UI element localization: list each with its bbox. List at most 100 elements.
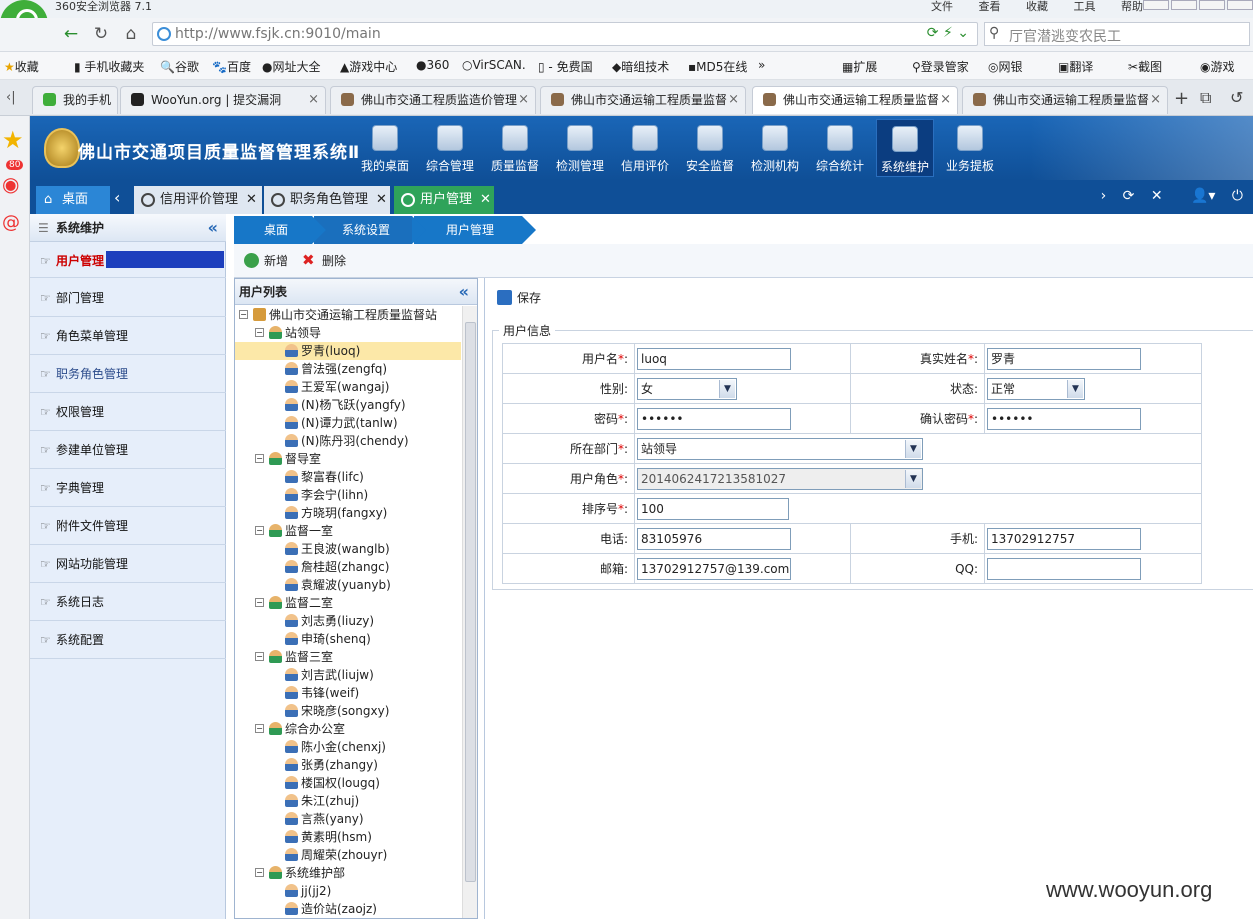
tree-user-node[interactable]: 刘志勇(liuzy)	[285, 612, 374, 630]
tab-prev-arrow-icon[interactable]: ‹	[114, 188, 120, 207]
maximize-button[interactable]	[1199, 0, 1225, 10]
tab-credit-eval[interactable]: 信用评价管理 ✕	[134, 186, 262, 214]
sidebar-item[interactable]: ☞ 权限管理	[30, 393, 226, 431]
browser-tab[interactable]: 佛山市交通运输工程质量监督 ×	[540, 86, 746, 114]
tree-user-node[interactable]: 罗青(luoq)	[235, 342, 461, 360]
close-tab-icon[interactable]: ×	[940, 87, 951, 113]
tab-desktop[interactable]: ⌂ 桌面	[36, 186, 110, 214]
mail-at-icon[interactable]: @	[2, 212, 20, 233]
tree-user-node[interactable]: 方晓玥(fangxy)	[285, 504, 387, 522]
role-select[interactable]: 20140624172135810​27 ▼	[637, 467, 923, 490]
phone-input[interactable]: 83105976	[637, 527, 791, 550]
browser-tab[interactable]: 我的手机	[32, 86, 118, 114]
nav-testing[interactable]: 检测管理	[551, 119, 609, 177]
close-tab-icon[interactable]: ×	[1150, 87, 1161, 113]
nav-quality[interactable]: 质量监督	[486, 119, 544, 177]
browser-tab[interactable]: 佛山市交通工程质监造价管理 ×	[330, 86, 536, 114]
power-icon[interactable]: ⏻	[1232, 188, 1243, 204]
order-input[interactable]: 100	[637, 497, 789, 520]
email-input[interactable]: 13702912757@139.com	[637, 557, 791, 580]
nav-institutions[interactable]: 检测机构	[746, 119, 804, 177]
realname-input[interactable]: 罗青	[987, 347, 1141, 370]
user-icon[interactable]: 👤▾	[1191, 188, 1215, 204]
breadcrumb-item[interactable]: 桌面	[234, 216, 326, 244]
tree-user-node[interactable]: 朱江(zhuj)	[285, 792, 359, 810]
tab-role-management[interactable]: 职务角色管理 ✕	[264, 186, 390, 214]
search-input[interactable]: ⚲ 厅官潜逃变农民工	[984, 22, 1250, 46]
tree-user-node[interactable]: 韦锋(weif)	[285, 684, 359, 702]
add-button[interactable]: 新增	[244, 251, 288, 271]
tree-user-node[interactable]: 詹桂超(zhangc)	[285, 558, 389, 576]
new-tab-plus-icon[interactable]: +	[1174, 88, 1189, 109]
bookmark-more[interactable]: »	[758, 58, 765, 72]
tree-user-node[interactable]: 李会宁(lihn)	[285, 486, 368, 504]
bookmark-item[interactable]: ●网址大全	[262, 58, 321, 75]
bookmark-item[interactable]: ▲游戏中心	[340, 58, 397, 75]
confirm-password-input[interactable]: ••••••	[987, 407, 1141, 430]
browser-tab[interactable]: WooYun.org | 提交漏洞 ×	[120, 86, 326, 114]
sidebar-item[interactable]: ☞ 部门管理	[30, 279, 226, 317]
expand-toggle-icon[interactable]: −	[255, 724, 264, 733]
tree-user-node[interactable]: 造价站(zaojz)	[285, 900, 377, 918]
dept-select[interactable]: 站领导 ▼	[637, 437, 923, 460]
tree-group-node[interactable]: − 督导室	[255, 450, 321, 468]
bookmark-item[interactable]: ◆暗组技术	[612, 58, 669, 75]
bookmark-item[interactable]: ⚲登录管家	[912, 58, 969, 75]
bookmark-item[interactable]: ▯ - 免费国	[538, 58, 593, 75]
bookmark-item[interactable]: ▮ 手机收藏夹	[74, 58, 144, 75]
bookmark-item[interactable]: ◎网银	[988, 58, 1023, 75]
sidebar-item-user-management[interactable]: ☞ 用户管理	[30, 242, 226, 278]
tree-user-node[interactable]: 楼国权(lougq)	[285, 774, 380, 792]
tab-scroll-left-icon[interactable]: ‹|	[6, 90, 16, 105]
tree-user-node[interactable]: 刘吉武(liujw)	[285, 666, 374, 684]
close-window-button[interactable]	[1227, 0, 1253, 10]
collapse-icon[interactable]: «	[208, 214, 218, 242]
back-arrow-icon[interactable]: ←	[60, 24, 82, 46]
tree-user-node[interactable]: 袁耀波(yuanyb)	[285, 576, 391, 594]
menu-file[interactable]: 文件	[931, 0, 953, 13]
tree-user-node[interactable]: 黄素明(hsm)	[285, 828, 372, 846]
sidebar-item[interactable]: ☞ 角色菜单管理	[30, 317, 226, 355]
bookmark-item[interactable]: ▦扩展	[842, 58, 877, 75]
bookmark-item[interactable]: ●360	[416, 58, 449, 72]
save-button[interactable]: 保存	[497, 288, 541, 308]
password-input[interactable]: ••••••	[637, 407, 791, 430]
bookmark-item[interactable]: ◉游戏	[1200, 58, 1235, 75]
speed-icon[interactable]: ⟳ ⚡ ⌄	[927, 25, 969, 41]
username-input[interactable]: luoq	[637, 347, 791, 370]
weibo-icon[interactable]: ◉	[2, 172, 19, 196]
qq-input[interactable]	[987, 557, 1141, 580]
nav-system-maintenance[interactable]: 系统维护	[876, 119, 934, 177]
close-tab-icon[interactable]: ×	[518, 87, 529, 113]
tree-scrollbar[interactable]	[462, 306, 477, 918]
tree-group-node[interactable]: − 监督二室	[255, 594, 333, 612]
favorites-star-icon[interactable]: ★	[2, 126, 24, 154]
nav-my-desktop[interactable]: 我的桌面	[356, 119, 414, 177]
bookmark-item[interactable]: ★收藏	[4, 58, 39, 75]
close-all-icon[interactable]: ✕	[1151, 188, 1163, 204]
menu-tools[interactable]: 工具	[1074, 0, 1096, 13]
undo-close-icon[interactable]: ↺	[1230, 88, 1243, 107]
sidebar-item[interactable]: ☞ 字典管理	[30, 469, 226, 507]
tree-group-node[interactable]: − 站领导	[255, 324, 321, 342]
tree-group-node[interactable]: − 综合办公室	[255, 720, 345, 738]
tree-user-node[interactable]: 王良波(wanglb)	[285, 540, 390, 558]
sidebar-item[interactable]: ☞ 网站功能管理	[30, 545, 226, 583]
delete-button[interactable]: ✖ 删除	[302, 251, 346, 271]
sidebar-item[interactable]: ☞ 附件文件管理	[30, 507, 226, 545]
expand-toggle-icon[interactable]: −	[255, 652, 264, 661]
expand-toggle-icon[interactable]: −	[239, 310, 248, 319]
bookmark-item[interactable]: ▣翻译	[1058, 58, 1093, 75]
expand-toggle-icon[interactable]: −	[255, 526, 264, 535]
menu-help[interactable]: 帮助	[1121, 0, 1143, 13]
refresh-icon[interactable]: ⟳	[1123, 188, 1135, 204]
status-select[interactable]: 正常 ▼	[987, 377, 1085, 400]
tree-group-node[interactable]: − 监督三室	[255, 648, 333, 666]
tree-user-node[interactable]: jj(jj2)	[285, 882, 331, 900]
bookmark-item[interactable]: 🐾百度	[212, 58, 251, 75]
tree-root-node[interactable]: − 佛山市交通运输工程质量监督站	[239, 306, 437, 324]
nav-business-report[interactable]: 业务提板	[941, 119, 999, 177]
tree-user-node[interactable]: 王爱军(wangaj)	[285, 378, 389, 396]
breadcrumb-item[interactable]: 系统设置	[314, 216, 426, 244]
tree-user-node[interactable]: (N)谭力武(tanlw)	[285, 414, 398, 432]
